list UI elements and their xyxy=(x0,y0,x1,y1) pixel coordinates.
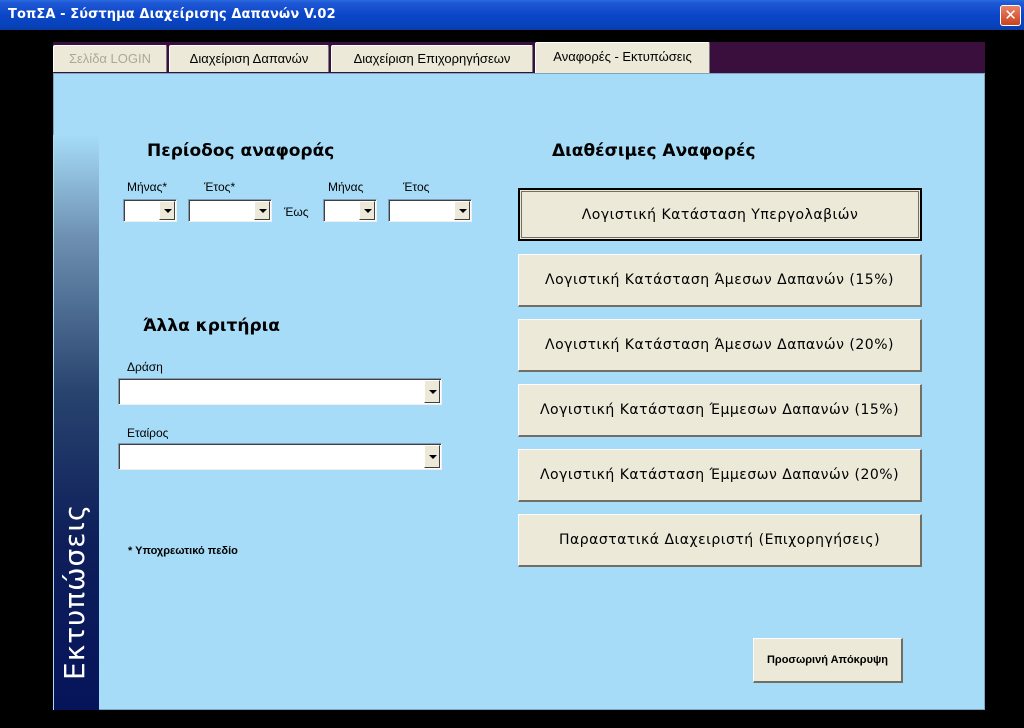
window-title: ΤοπΣΑ - Σύστημα Διαχείρισης Δαπανών V.02 xyxy=(8,7,336,22)
partner-select[interactable] xyxy=(118,443,442,470)
chevron-down-icon[interactable] xyxy=(254,201,270,220)
report-direct-15-button[interactable]: Λογιστική Κατάσταση Άμεσων Δαπανών (15%) xyxy=(518,254,922,307)
reports-heading: Διαθέσιμες Αναφορές xyxy=(552,141,756,161)
title-bar[interactable]: ΤοπΣΑ - Σύστημα Διαχείρισης Δαπανών V.02… xyxy=(0,0,1024,30)
from-year-label: Έτος* xyxy=(204,180,236,194)
to-month-select[interactable] xyxy=(323,199,377,222)
required-field-note: * Υποχρεωτικό πεδίο xyxy=(128,545,238,557)
chevron-down-icon[interactable] xyxy=(159,201,175,220)
from-month-select[interactable] xyxy=(123,199,177,222)
report-manager-documents-button[interactable]: Παραστατικά Διαχειριστή (Επιχορηγήσεις) xyxy=(518,514,922,567)
to-label: Έως xyxy=(284,205,309,219)
action-select[interactable] xyxy=(118,378,442,405)
tab-reports-prints[interactable]: Αναφορές - Εκτυπώσεις xyxy=(535,42,710,73)
from-month-label: Μήνας* xyxy=(127,180,168,194)
tab-login: Σελίδα LOGIN xyxy=(53,45,167,72)
from-year-select[interactable] xyxy=(188,199,272,222)
report-direct-20-button[interactable]: Λογιστική Κατάσταση Άμεσων Δαπανών (20%) xyxy=(518,319,922,372)
report-subcontractors-button[interactable]: Λογιστική Κατάσταση Υπεργολαβιών xyxy=(518,188,922,241)
tab-expense-management[interactable]: Διαχείριση Δαπανών xyxy=(169,45,329,72)
action-label: Δράση xyxy=(127,360,163,374)
period-heading: Περίοδος αναφοράς xyxy=(147,141,335,161)
partner-label: Εταίρος xyxy=(127,426,169,440)
tab-grant-management[interactable]: Διαχείριση Επιχορηγήσεων xyxy=(331,45,533,72)
report-indirect-15-button[interactable]: Λογιστική Κατάσταση Έμμεσων Δαπανών (15%… xyxy=(518,384,922,437)
chevron-down-icon[interactable] xyxy=(454,201,470,220)
chevron-down-icon[interactable] xyxy=(424,445,440,468)
to-year-label: Έτος xyxy=(403,180,430,194)
chevron-down-icon[interactable] xyxy=(424,380,440,403)
report-indirect-20-button[interactable]: Λογιστική Κατάσταση Έμμεσων Δαπανών (20%… xyxy=(518,449,922,502)
to-year-select[interactable] xyxy=(388,199,472,222)
close-icon[interactable]: ✕ xyxy=(1000,5,1021,26)
side-banner-label: Εκτυπώσεις xyxy=(58,503,91,680)
temporary-hide-button[interactable]: Προσωρινή Απόκρυψη xyxy=(753,638,903,683)
to-month-label: Μήνας xyxy=(328,180,364,194)
chevron-down-icon[interactable] xyxy=(359,201,375,220)
criteria-heading: Άλλα κριτήρια xyxy=(143,316,280,336)
